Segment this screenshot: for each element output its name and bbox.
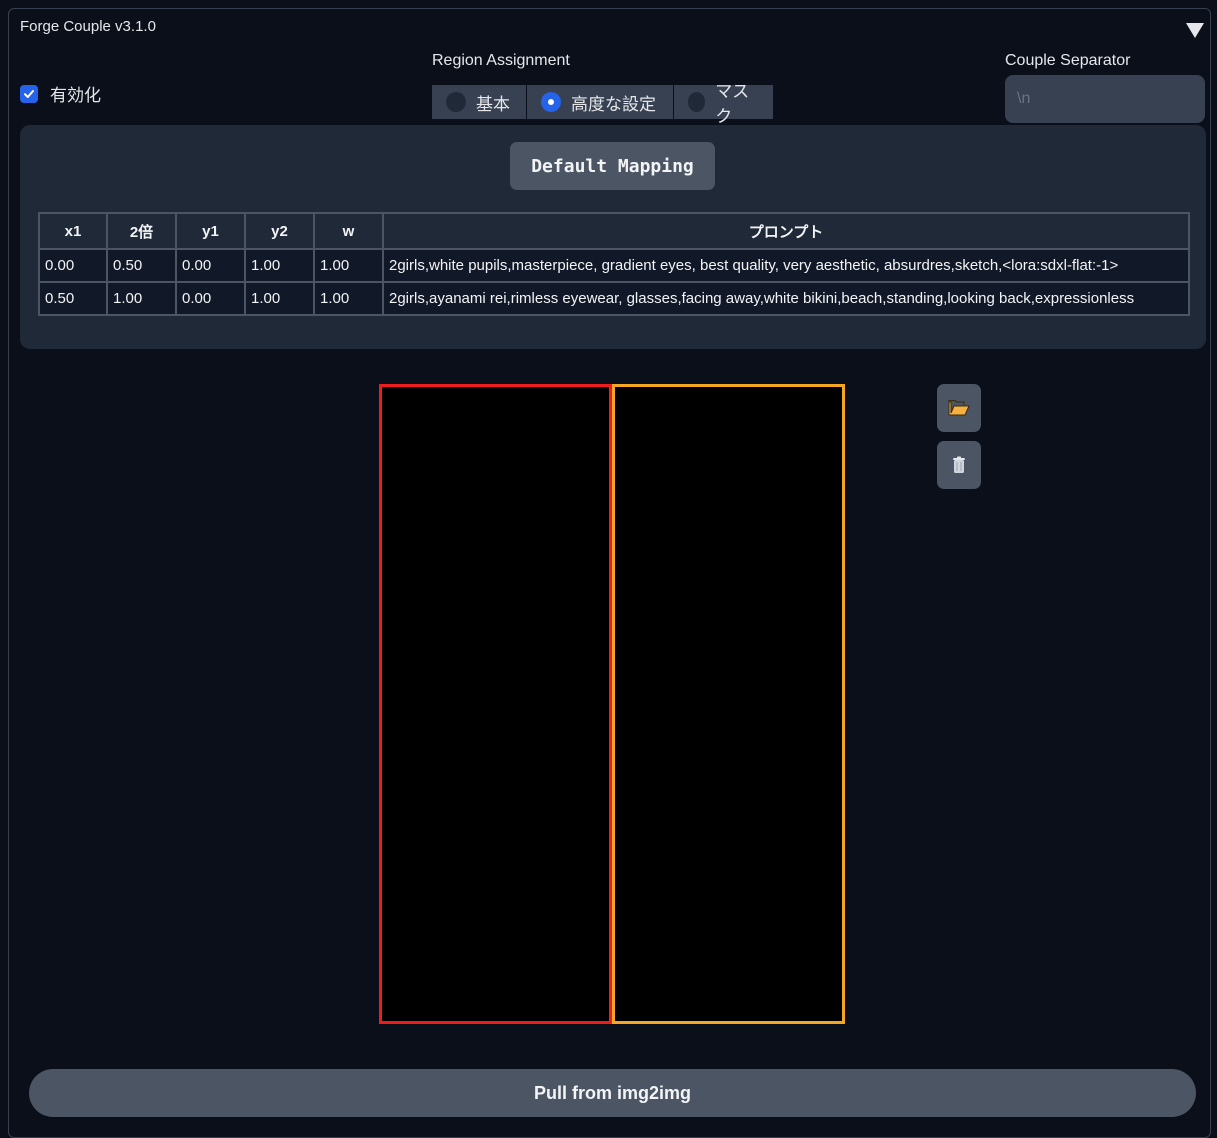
cell-w[interactable]: 1.00 (313, 248, 384, 283)
mapping-section: Default Mapping x1 2倍 y1 y2 w プロンプト 0.00… (20, 125, 1206, 349)
column-header[interactable]: プロンプト (382, 212, 1190, 250)
cell-y2[interactable]: 1.00 (244, 248, 315, 283)
column-header[interactable]: y2 (244, 212, 315, 250)
enable-label: 有効化 (50, 86, 101, 105)
cell-prompt[interactable]: 2girls,ayanami rei,rimless eyewear, glas… (382, 281, 1190, 316)
region-box-1 (379, 384, 612, 1024)
cell-y2[interactable]: 1.00 (244, 281, 315, 316)
radio-circle-checked-icon (541, 92, 561, 112)
column-header[interactable]: y1 (175, 212, 246, 250)
cell-x1[interactable]: 0.00 (38, 248, 108, 283)
panel-title: Forge Couple v3.1.0 (20, 18, 156, 35)
table-row[interactable]: 0.50 1.00 0.00 1.00 1.00 2girls,ayanami … (38, 281, 1190, 316)
cell-x2[interactable]: 1.00 (106, 281, 177, 316)
radio-circle-icon (446, 92, 466, 112)
region-box-2 (612, 384, 845, 1024)
radio-mask-label: マスク (715, 82, 750, 126)
default-mapping-button[interactable]: Default Mapping (510, 142, 715, 190)
radio-circle-icon (688, 92, 706, 112)
cell-prompt[interactable]: 2girls,white pupils,masterpiece, gradien… (382, 248, 1190, 283)
folder-open-icon (948, 400, 970, 416)
region-assignment-radio-group: 基本 高度な設定 マスク (432, 82, 773, 126)
cell-x2[interactable]: 0.50 (106, 248, 177, 283)
checkmark-icon (24, 89, 34, 98)
pull-from-img2img-button[interactable]: Pull from img2img (29, 1069, 1196, 1117)
enable-checkbox[interactable] (20, 84, 38, 103)
cell-y1[interactable]: 0.00 (175, 248, 246, 283)
column-header[interactable]: x1 (38, 212, 108, 250)
clear-image-button[interactable] (937, 441, 981, 489)
column-header[interactable]: w (313, 212, 384, 250)
cell-x1[interactable]: 0.50 (38, 281, 108, 316)
enable-checkbox-row[interactable]: 有効化 (20, 81, 101, 106)
cell-w[interactable]: 1.00 (313, 281, 384, 316)
collapse-arrow-icon[interactable] (1186, 23, 1204, 38)
region-preview-canvas[interactable] (379, 384, 845, 1024)
table-row[interactable]: 0.00 0.50 0.00 1.00 1.00 2girls,white pu… (38, 248, 1190, 283)
upload-image-button[interactable] (937, 384, 981, 432)
radio-advanced-label: 高度な設定 (571, 94, 656, 114)
radio-mask[interactable]: マスク (674, 82, 773, 126)
trash-icon (953, 456, 965, 473)
couple-separator-label: Couple Separator (1005, 52, 1131, 69)
cell-y1[interactable]: 0.00 (175, 281, 246, 316)
radio-advanced[interactable]: 高度な設定 (527, 85, 674, 119)
radio-basic[interactable]: 基本 (432, 85, 527, 119)
forge-couple-panel: Forge Couple v3.1.0 有効化 Region Assignmen… (8, 8, 1211, 1138)
couple-separator-input[interactable] (1005, 75, 1205, 123)
mapping-table: x1 2倍 y1 y2 w プロンプト 0.00 0.50 0.00 1.00 … (38, 212, 1190, 316)
radio-basic-label: 基本 (476, 94, 510, 114)
table-header-row: x1 2倍 y1 y2 w プロンプト (38, 212, 1190, 250)
column-header[interactable]: 2倍 (106, 212, 177, 250)
region-assignment-label: Region Assignment (432, 52, 570, 69)
